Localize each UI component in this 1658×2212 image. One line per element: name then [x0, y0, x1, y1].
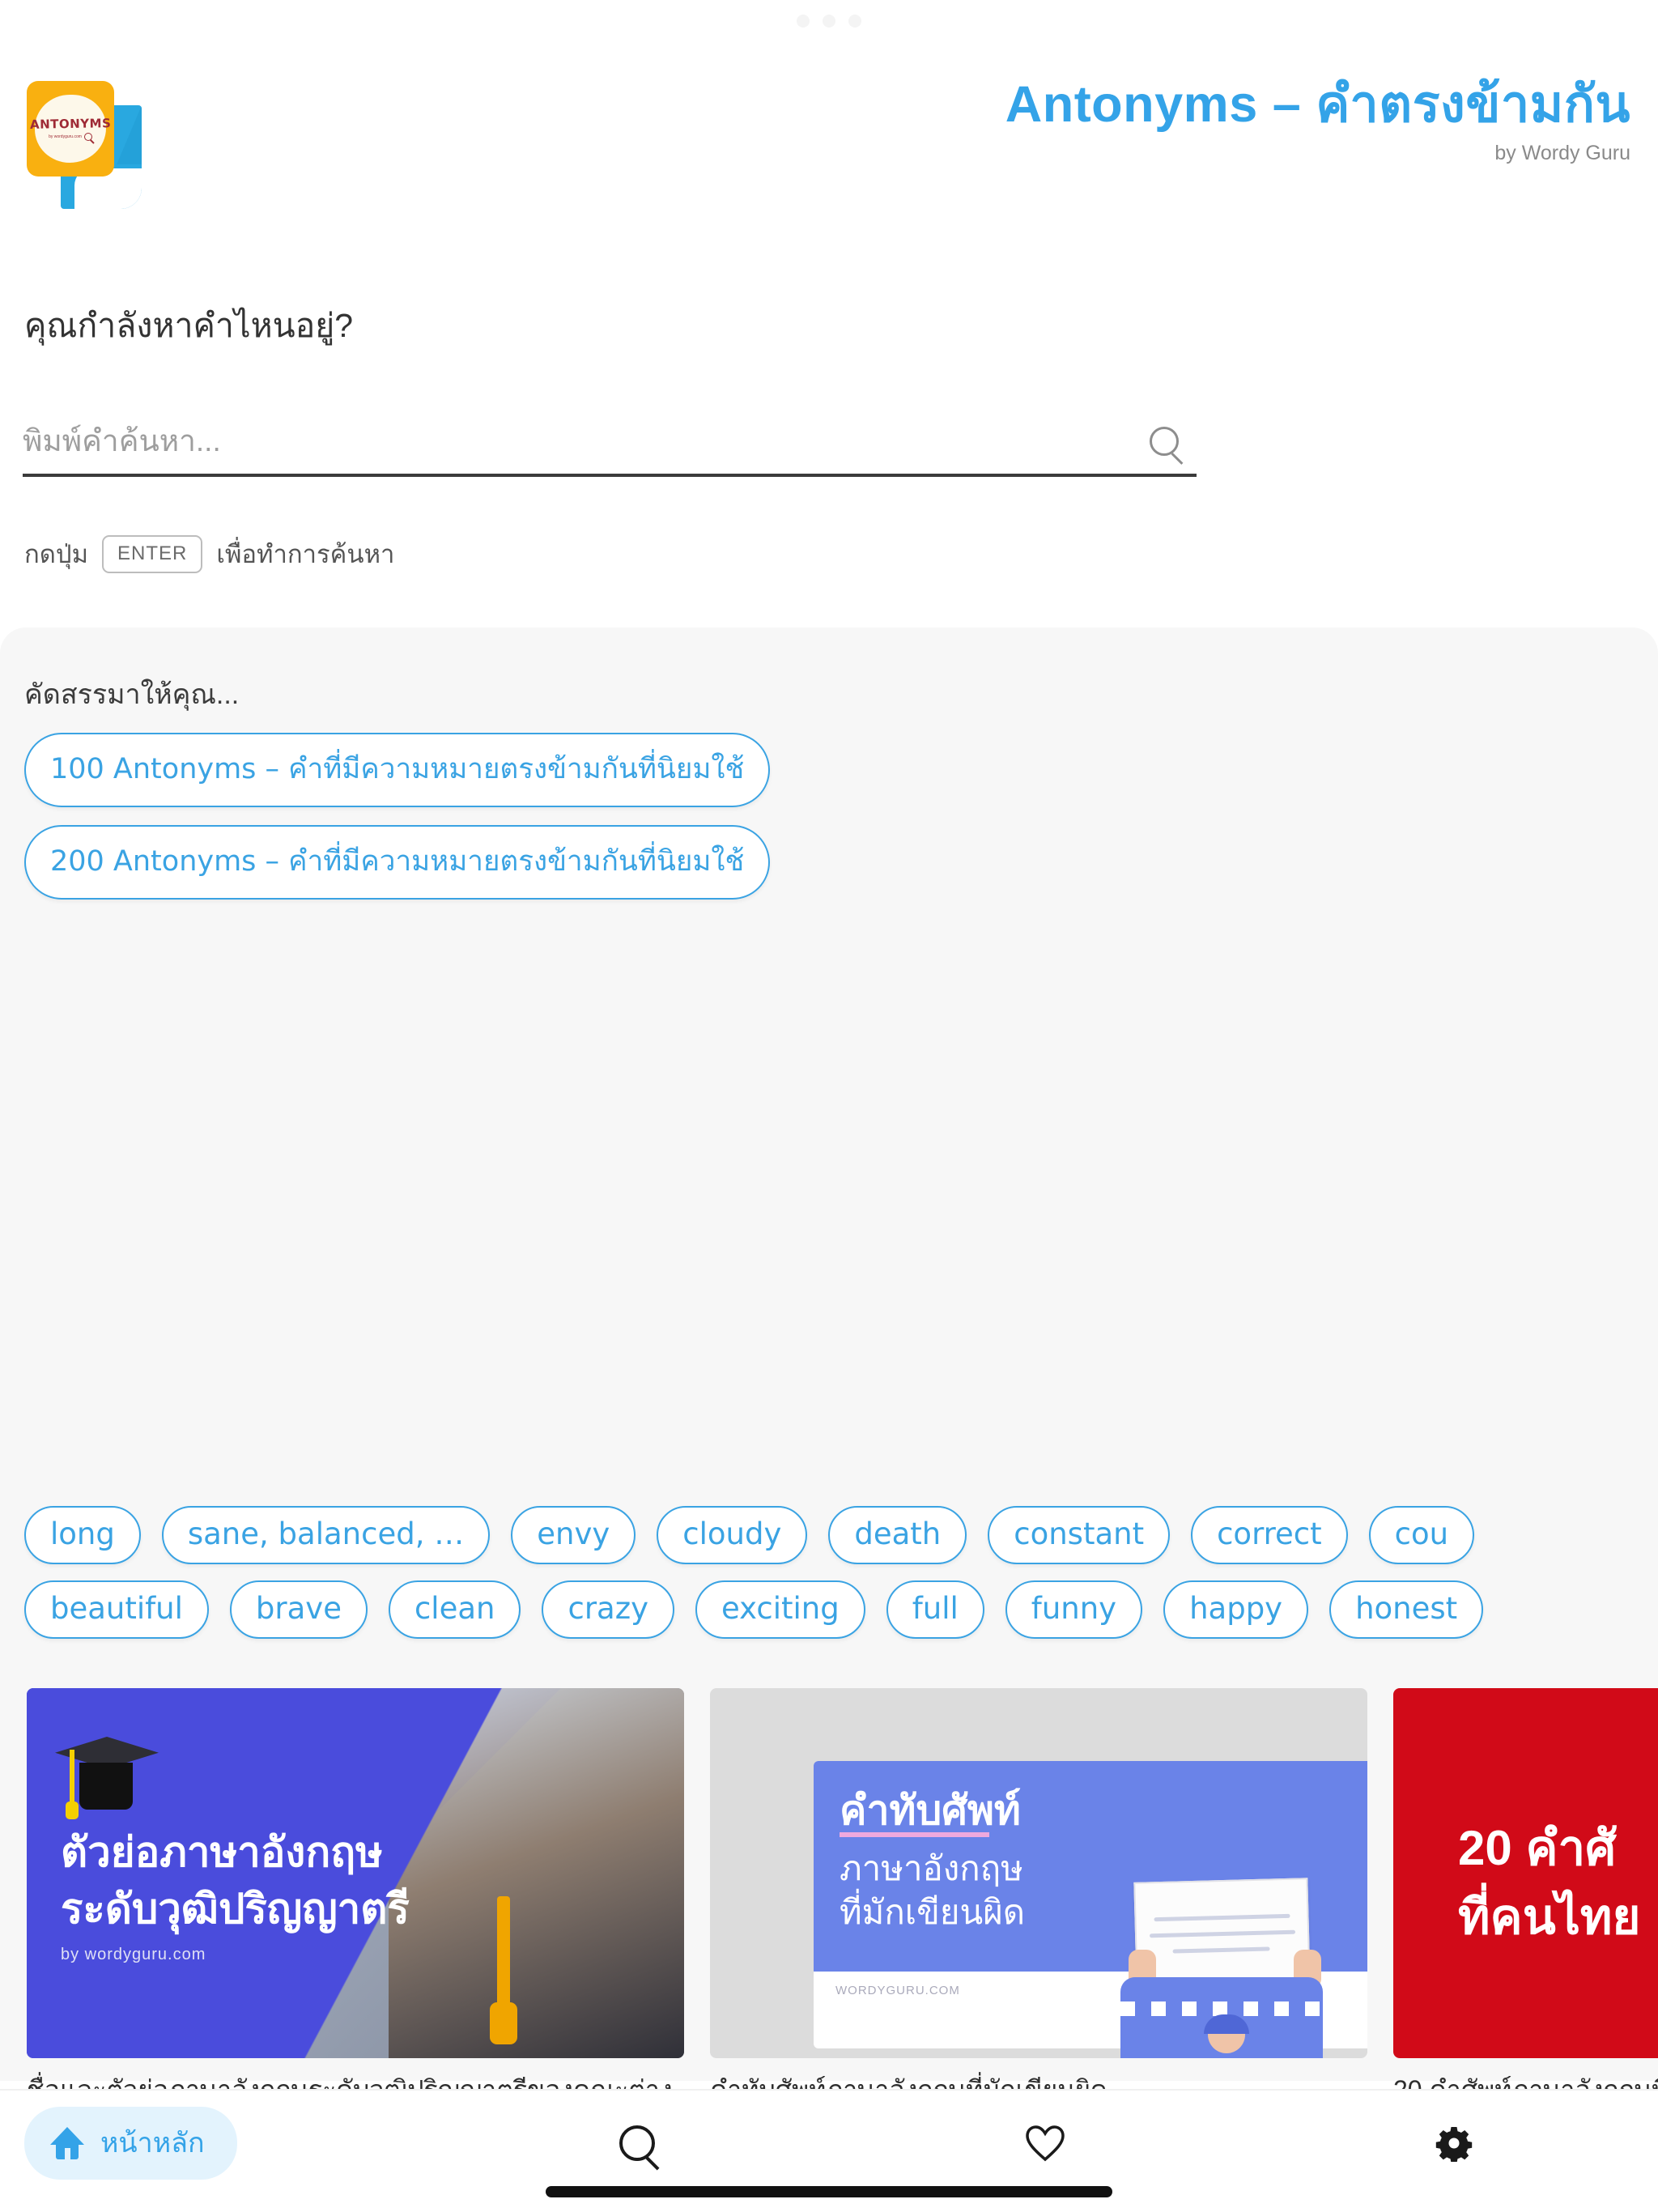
word-chip[interactable]: brave — [229, 1580, 368, 1639]
page-title: Antonyms – คำตรงข้ามกัน — [1005, 76, 1630, 133]
thumb-line-1: 20 คำศั — [1458, 1821, 1617, 1875]
app-root: ANTONYMS by wordyguru.com Antonyms – คำต… — [0, 0, 1658, 2212]
nav-item-settings[interactable] — [1250, 2109, 1658, 2177]
search-hint: กดปุ่ม ENTER เพื่อทำการค้นหา — [24, 534, 1658, 574]
word-chip-row: beautiful brave clean crazy exciting ful… — [0, 1580, 1658, 1639]
word-chip[interactable]: full — [886, 1580, 984, 1639]
word-chip[interactable]: exciting — [695, 1580, 865, 1639]
logo-subtext: by wordyguru.com — [49, 134, 82, 139]
word-chip-row: long sane, balanced, … envy cloudy death… — [0, 1506, 1658, 1564]
search-field-row[interactable] — [23, 409, 1197, 477]
magnifier-icon — [83, 133, 92, 141]
gear-icon[interactable] — [1435, 2125, 1473, 2163]
nav-home-pill[interactable]: หน้าหลัก — [24, 2107, 237, 2180]
word-chip[interactable]: envy — [511, 1506, 636, 1564]
app-logo[interactable]: ANTONYMS by wordyguru.com — [27, 81, 144, 211]
collection-chip-list: 100 Antonyms – คำที่มีความหมายตรงข้ามกัน… — [24, 733, 771, 900]
thumb-line-2: ที่คนไทย — [1458, 1890, 1641, 1944]
graduation-cap-icon — [55, 1722, 159, 1819]
article-card[interactable]: ตัวย่อภาษาอังกฤษ ระดับวุฒิปริญญาตรี by wo… — [27, 1688, 684, 2142]
word-chip[interactable]: sane, balanced, … — [161, 1506, 491, 1564]
article-row: ตัวย่อภาษาอังกฤษ ระดับวุฒิปริญญาตรี by wo… — [0, 1688, 1658, 2142]
thumb-line-2: ภาษาอังกฤษ ที่มักเขียนผิด — [840, 1849, 1026, 1931]
word-chip[interactable]: funny — [1005, 1580, 1143, 1639]
hint-text-before: กดปุ่ม — [24, 540, 89, 568]
home-indicator — [546, 2186, 1112, 2197]
word-chip[interactable]: cou — [1368, 1506, 1475, 1564]
word-chip[interactable]: long — [24, 1506, 141, 1564]
search-section: คุณกำลังหาคำไหนอยู่? กดปุ่ม ENTER เพื่อท… — [0, 300, 1658, 574]
logo-speech-bubble: ANTONYMS by wordyguru.com — [30, 95, 111, 163]
word-chip[interactable]: happy — [1163, 1580, 1309, 1639]
word-chip[interactable]: honest — [1329, 1580, 1484, 1639]
collection-chip[interactable]: 200 Antonyms – คำที่มีความหมายตรงข้ามกัน… — [24, 825, 771, 900]
nav-item-favorites[interactable] — [841, 2109, 1250, 2177]
thumb-line-1: ตัวย่อภาษาอังกฤษ ระดับวุฒิปริญญาตรี — [61, 1829, 410, 1933]
word-chip[interactable]: beautiful — [24, 1580, 209, 1639]
page-subtitle: by Wordy Guru — [1494, 142, 1630, 165]
article-card[interactable]: 20 คำศั ที่คนไทย 20 คำศัพท์ภาษาอังกฤษที่ — [1393, 1688, 1658, 2142]
word-chip[interactable]: constant — [988, 1506, 1171, 1564]
hint-text-after: เพื่อทำการค้นหา — [216, 540, 395, 568]
search-question: คุณกำลังหาคำไหนอยู่? — [24, 307, 354, 344]
word-chip[interactable]: death — [828, 1506, 967, 1564]
logo-wordmark: ANTONYMS — [29, 116, 112, 132]
person-illustration — [1120, 1878, 1323, 2058]
nav-item-home[interactable]: หน้าหลัก — [0, 2107, 433, 2180]
article-card[interactable]: คำทับศัพท์ ภาษาอังกฤษ ที่มักเขียนผิด WORD… — [710, 1688, 1367, 2142]
curated-title: คัดสรรมาให้คุณ... — [24, 679, 240, 710]
word-chip[interactable]: correct — [1191, 1506, 1348, 1564]
curated-panel: คัดสรรมาให้คุณ... 100 Antonyms – คำที่มี… — [0, 627, 1658, 2212]
title-block: Antonyms – คำตรงข้ามกัน by Wordy Guru — [1005, 78, 1630, 165]
search-icon[interactable] — [619, 2125, 655, 2161]
search-icon[interactable] — [1150, 427, 1179, 456]
word-chip[interactable]: clean — [388, 1580, 521, 1639]
thumb-watermark: by wordyguru.com — [61, 1946, 206, 1963]
thumb-watermark: WORDYGURU.COM — [835, 1984, 960, 1997]
collection-chip[interactable]: 100 Antonyms – คำที่มีความหมายตรงข้ามกัน… — [24, 733, 771, 807]
article-thumbnail: 20 คำศั ที่คนไทย — [1393, 1688, 1658, 2058]
app-header: ANTONYMS by wordyguru.com Antonyms – คำต… — [0, 0, 1658, 243]
nav-item-search[interactable] — [433, 2109, 842, 2177]
word-chip[interactable]: crazy — [542, 1580, 675, 1639]
nav-home-label: หน้าหลัก — [100, 2128, 205, 2159]
logo-card: ANTONYMS by wordyguru.com — [27, 81, 114, 177]
enter-key-badge: ENTER — [102, 534, 203, 573]
word-chip-rows: long sane, balanced, … envy cloudy death… — [0, 1506, 1658, 1655]
heart-icon[interactable] — [1025, 2125, 1065, 2162]
article-thumbnail: คำทับศัพท์ ภาษาอังกฤษ ที่มักเขียนผิด WORD… — [710, 1688, 1367, 2058]
word-chip[interactable]: cloudy — [657, 1506, 808, 1564]
article-thumbnail: ตัวย่อภาษาอังกฤษ ระดับวุฒิปริญญาตรี by wo… — [27, 1688, 684, 2058]
search-input[interactable] — [23, 424, 1075, 458]
home-icon — [50, 2125, 84, 2159]
